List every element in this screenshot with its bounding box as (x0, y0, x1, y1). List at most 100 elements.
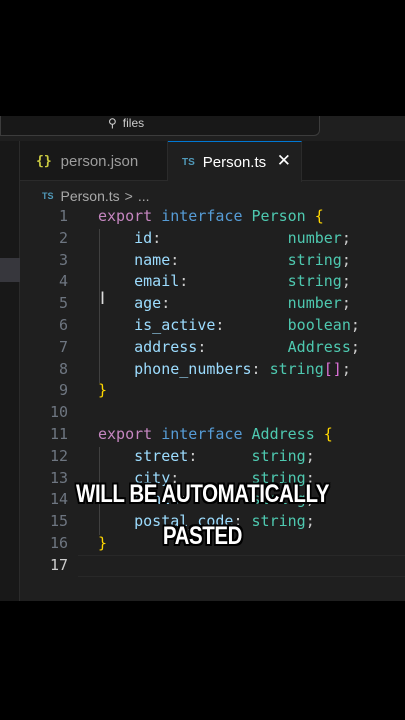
code-line[interactable]: 1 export interface Person { (20, 205, 405, 227)
close-icon[interactable]: ✕ (277, 151, 291, 171)
code-token: number (287, 294, 342, 313)
code-text: export interface Address { (98, 423, 333, 445)
tab-person-json[interactable]: {} person.json (20, 141, 168, 181)
activity-bar-selected-item[interactable] (0, 258, 20, 282)
caption-line-2: PASTED (162, 522, 243, 550)
code-text: name: string; (98, 249, 351, 271)
code-line[interactable]: 3 name: string; (20, 249, 405, 271)
code-token: Address (251, 425, 315, 443)
code-token: id (134, 228, 153, 247)
line-number: 12 (49, 446, 68, 465)
code-text: address: Address; (98, 336, 360, 358)
code-line[interactable]: 2 id: number; (20, 227, 405, 249)
line-number: 11 (49, 425, 68, 443)
code-token: street (134, 446, 189, 465)
code-text: street: string; (98, 445, 315, 467)
code-token: phone_numbers (134, 359, 252, 378)
code-token: ; (305, 446, 315, 465)
activity-bar (0, 141, 20, 601)
code-line[interactable]: 12 street: string; (20, 445, 405, 467)
code-token: : (152, 228, 288, 247)
code-line[interactable]: 9} (20, 379, 405, 401)
code-token: ; (350, 316, 360, 334)
code-line[interactable]: 7 address: Address; (20, 336, 405, 358)
code-token: age (134, 294, 162, 313)
line-number: 2 (58, 228, 68, 247)
line-number: 8 (58, 359, 68, 378)
code-token: interface (161, 425, 243, 443)
code-line[interactable]: 8 phone_numbers: string[]; (20, 358, 405, 380)
code-token: ; (350, 337, 360, 356)
code-text: email: string; (98, 270, 351, 292)
text-cursor-icon: I (100, 289, 106, 309)
code-token: Person (251, 207, 306, 225)
code-token: : (251, 359, 270, 378)
json-file-icon: {} (36, 153, 52, 169)
code-token: string (287, 272, 342, 291)
code-token: interface (161, 207, 243, 225)
code-token: : (215, 316, 288, 334)
code-line[interactable]: 17 (20, 554, 405, 576)
chevron-right-icon: > (124, 188, 133, 204)
code-token: : (161, 294, 288, 313)
typescript-file-icon: TS (182, 156, 195, 168)
code-token: boolean (287, 316, 351, 334)
line-number: 5 (58, 294, 68, 313)
tab-person-ts[interactable]: TS Person.ts ✕ (168, 141, 302, 182)
line-number: 10 (49, 403, 68, 422)
code-token: Address (287, 337, 351, 356)
breadcrumb-more[interactable]: ... (138, 188, 150, 204)
line-number: 7 (58, 337, 68, 356)
search-label[interactable]: ⚲ files (108, 116, 144, 130)
command-center-search[interactable] (0, 116, 320, 136)
code-token: [] (323, 359, 342, 378)
code-token: } (98, 381, 108, 400)
code-line[interactable]: 10 (20, 401, 405, 423)
code-text: id: number; (98, 227, 351, 249)
code-text: export interface Person { (98, 205, 324, 227)
code-text: } (98, 379, 107, 401)
typescript-file-icon: TS (42, 191, 54, 201)
code-token: ; (341, 228, 351, 247)
code-token: string (269, 359, 324, 378)
code-token: ; (341, 359, 351, 378)
line-number: 6 (58, 316, 68, 334)
code-line[interactable]: 6 is_active: boolean; (20, 314, 405, 336)
code-text: phone_numbers: string[]; (98, 358, 351, 380)
editor-tabs: {} person.json TS Person.ts ✕ (20, 141, 405, 182)
line-number: 4 (58, 272, 68, 291)
breadcrumb[interactable]: TS Person.ts > ... (42, 186, 150, 206)
code-line[interactable]: 5 age: number; (20, 292, 405, 314)
code-token: : (170, 250, 288, 269)
code-token: : (197, 337, 288, 356)
code-token: name (134, 250, 171, 269)
code-token: : (188, 446, 252, 465)
code-token: address (134, 337, 198, 356)
caption-line-1: WILL BE AUTOMATICALLY (76, 480, 329, 508)
code-line[interactable]: 11 export interface Address { (20, 423, 405, 445)
code-token: string (287, 250, 342, 269)
search-icon: ⚲ (108, 116, 117, 130)
code-text: is_active: boolean; (98, 314, 360, 336)
code-token: is_active (134, 316, 216, 334)
line-number: 17 (49, 555, 68, 574)
code-token: email (134, 272, 180, 291)
code-line[interactable]: 4 email: string; (20, 270, 405, 292)
code-token: { (323, 425, 333, 443)
line-number: 3 (58, 250, 68, 269)
breadcrumb-file[interactable]: Person.ts (61, 188, 120, 204)
code-token: ; (341, 272, 351, 291)
code-token: ; (341, 250, 351, 269)
tab-label: person.json (60, 152, 139, 170)
